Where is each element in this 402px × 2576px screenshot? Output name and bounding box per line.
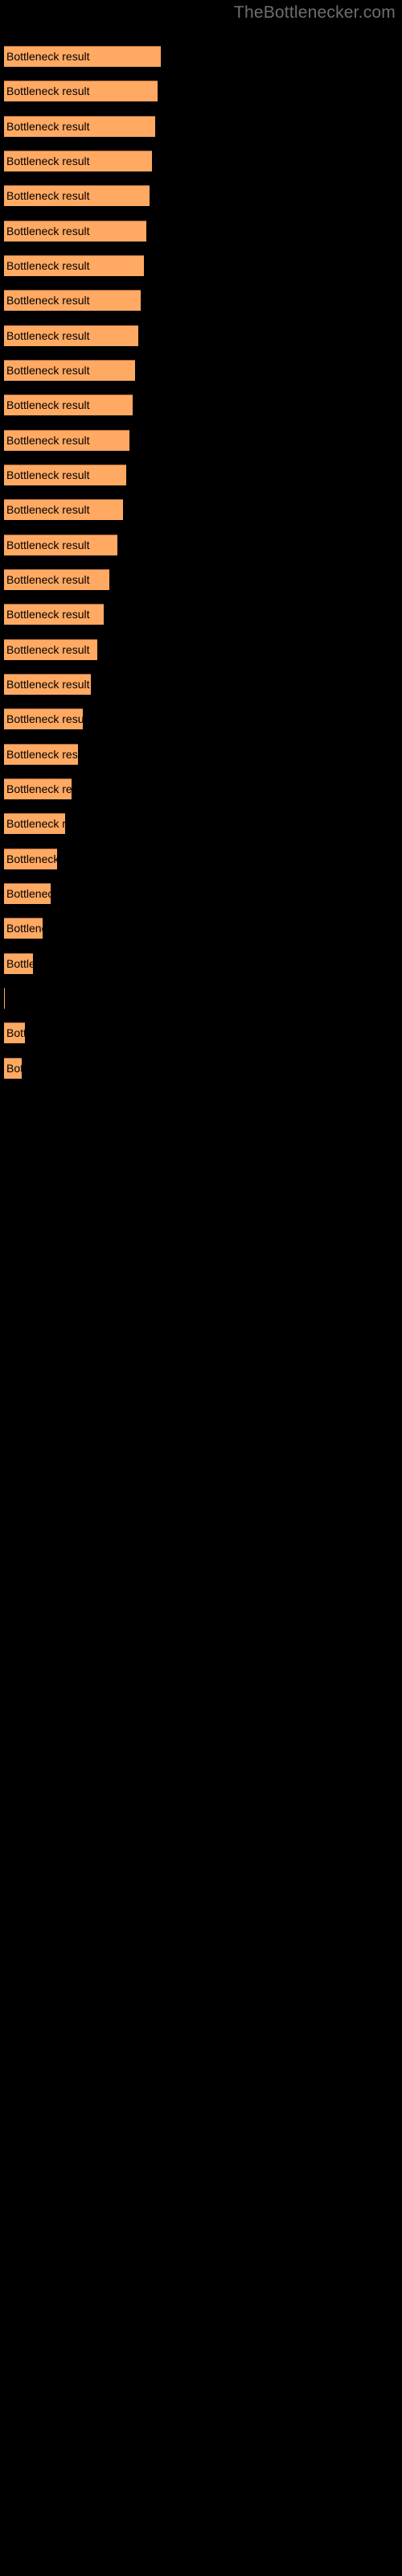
bottleneck-result-bar[interactable]: Bottleneck result xyxy=(4,46,161,67)
bar-label: Bottleneck result xyxy=(6,50,90,63)
bar-label: Bottleneck result xyxy=(6,85,90,97)
bar-label: Bottleneck result xyxy=(6,608,90,621)
bottleneck-result-bar[interactable]: Bottleneck result xyxy=(4,464,126,485)
bar-row: Bottleneck result xyxy=(0,918,402,939)
bottleneck-result-bar[interactable]: Bottleneck result xyxy=(4,639,97,660)
bar-row: Bottleneck result xyxy=(0,778,402,800)
bar-label: Bottleneck result xyxy=(6,225,90,237)
bar-row: Bottleneck result xyxy=(0,394,402,416)
bottleneck-result-bar[interactable]: Bottleneck result xyxy=(4,813,65,834)
bar-row: Bottleneck result xyxy=(0,813,402,835)
bottleneck-result-bar[interactable]: Bottleneck result xyxy=(4,744,78,765)
bottleneck-result-bar[interactable]: Bottleneck result xyxy=(4,116,155,137)
bottleneck-result-bar[interactable]: Bottleneck result xyxy=(4,360,135,381)
bar-label: Bottleneck result xyxy=(6,364,90,377)
chart-plot-area: Bottleneck result Bottleneck result Bottle… xyxy=(0,0,402,2576)
bar-row: Bottleneck result xyxy=(0,744,402,766)
bar-row: Bottleneck result xyxy=(0,221,402,242)
bottleneck-result-bar[interactable]: Bottleneck result xyxy=(4,499,123,520)
bar-row: Bottleneck result xyxy=(0,988,402,1009)
bar-label: Bottleneck result xyxy=(6,120,90,133)
bar-row: Bottleneck result xyxy=(0,848,402,870)
bar-label: Bottleneck result xyxy=(6,398,90,411)
bar-row: Bottleneck result xyxy=(0,360,402,382)
bar-label: Bottleneck result xyxy=(6,1062,22,1075)
bar-label: Bottleneck result xyxy=(6,678,90,691)
bar-row: Bottleneck result xyxy=(0,325,402,347)
bottleneck-result-bar[interactable]: Bottleneck result xyxy=(4,1022,25,1043)
bottleneck-result-bar[interactable]: Bottleneck result xyxy=(4,325,138,346)
bar-label: Bottleneck result xyxy=(6,189,90,202)
bar-row: Bottleneck result xyxy=(0,430,402,452)
bar-row: Bottleneck result xyxy=(0,1022,402,1044)
bar-row: Bottleneck result xyxy=(0,883,402,905)
bottleneck-result-bar[interactable]: Bottleneck result xyxy=(4,674,91,695)
bar-row: Bottleneck result xyxy=(0,535,402,556)
bottleneck-chart-root: TheBottlenecker.com Bottleneck result Bot… xyxy=(0,0,402,2576)
bar-label: Bottleneck result xyxy=(6,817,65,830)
bottleneck-result-bar[interactable]: Bottleneck result xyxy=(4,569,109,590)
bar-label: Bottleneck result xyxy=(6,469,90,481)
bar-label: Bottleneck result xyxy=(6,852,57,865)
bar-row: Bottleneck result xyxy=(0,185,402,207)
bar-label: Bottleneck result xyxy=(6,434,90,447)
bar-label: Bottleneck result xyxy=(6,643,90,656)
bar-row: Bottleneck result xyxy=(0,499,402,521)
bottleneck-result-bar[interactable]: Bottleneck result xyxy=(4,290,141,311)
bar-label: Bottleneck result xyxy=(6,329,90,342)
bottleneck-result-bar[interactable]: Bottleneck result xyxy=(4,883,51,904)
bar-label: Bottleneck result xyxy=(6,294,90,307)
bar-row: Bottleneck result xyxy=(0,1058,402,1080)
bottleneck-result-bar[interactable]: Bottleneck result xyxy=(4,430,129,451)
bar-row: Bottleneck result xyxy=(0,464,402,486)
bottleneck-result-bar[interactable]: Bottleneck result xyxy=(4,1058,22,1079)
bar-label: Bottleneck result xyxy=(6,957,33,970)
bar-label: Bottleneck result xyxy=(6,1026,25,1039)
bottleneck-result-bar[interactable]: Bottleneck result xyxy=(4,604,104,625)
bar-row: Bottleneck result xyxy=(0,953,402,975)
bar-label: Bottleneck result xyxy=(6,922,43,935)
bar-row: Bottleneck result xyxy=(0,708,402,730)
bar-row: Bottleneck result xyxy=(0,674,402,696)
bar-label: Bottleneck result xyxy=(6,155,90,167)
bar-row: Bottleneck result xyxy=(0,604,402,625)
bottleneck-result-bar[interactable]: Bottleneck result xyxy=(4,221,146,242)
bar-row: Bottleneck result xyxy=(0,290,402,312)
bar-label: Bottleneck result xyxy=(6,539,90,551)
bottleneck-result-bar[interactable]: Bottleneck result xyxy=(4,394,133,415)
bar-label: Bottleneck result xyxy=(6,748,78,761)
bottleneck-result-bar[interactable]: Bottleneck result xyxy=(4,80,158,101)
bottleneck-result-bar[interactable]: Bottleneck result xyxy=(4,255,144,276)
bar-row: Bottleneck result xyxy=(0,569,402,591)
bar-row: Bottleneck result xyxy=(0,151,402,172)
bottleneck-result-bar[interactable]: Bottleneck result xyxy=(4,953,33,974)
bottleneck-result-bar[interactable]: Bottleneck result xyxy=(4,185,150,206)
bottleneck-result-bar[interactable]: Bottleneck result xyxy=(4,988,5,1009)
bottleneck-result-bar[interactable]: Bottleneck result xyxy=(4,918,43,939)
bar-row: Bottleneck result xyxy=(0,116,402,138)
bottleneck-result-bar[interactable]: Bottleneck result xyxy=(4,708,83,729)
bar-label: Bottleneck result xyxy=(6,712,83,725)
bottleneck-result-bar[interactable]: Bottleneck result xyxy=(4,778,72,799)
bar-row: Bottleneck result xyxy=(0,46,402,68)
bar-label: Bottleneck result xyxy=(6,887,51,900)
bar-label: Bottleneck result xyxy=(6,782,72,795)
bar-row: Bottleneck result xyxy=(0,255,402,277)
bar-label: Bottleneck result xyxy=(6,503,90,516)
bar-row: Bottleneck result xyxy=(0,80,402,102)
bottleneck-result-bar[interactable]: Bottleneck result xyxy=(4,151,152,171)
bar-label: Bottleneck result xyxy=(6,259,90,272)
bottleneck-result-bar[interactable]: Bottleneck result xyxy=(4,848,57,869)
bar-label: Bottleneck result xyxy=(6,573,90,586)
bar-row: Bottleneck result xyxy=(0,639,402,661)
bottleneck-result-bar[interactable]: Bottleneck result xyxy=(4,535,117,555)
